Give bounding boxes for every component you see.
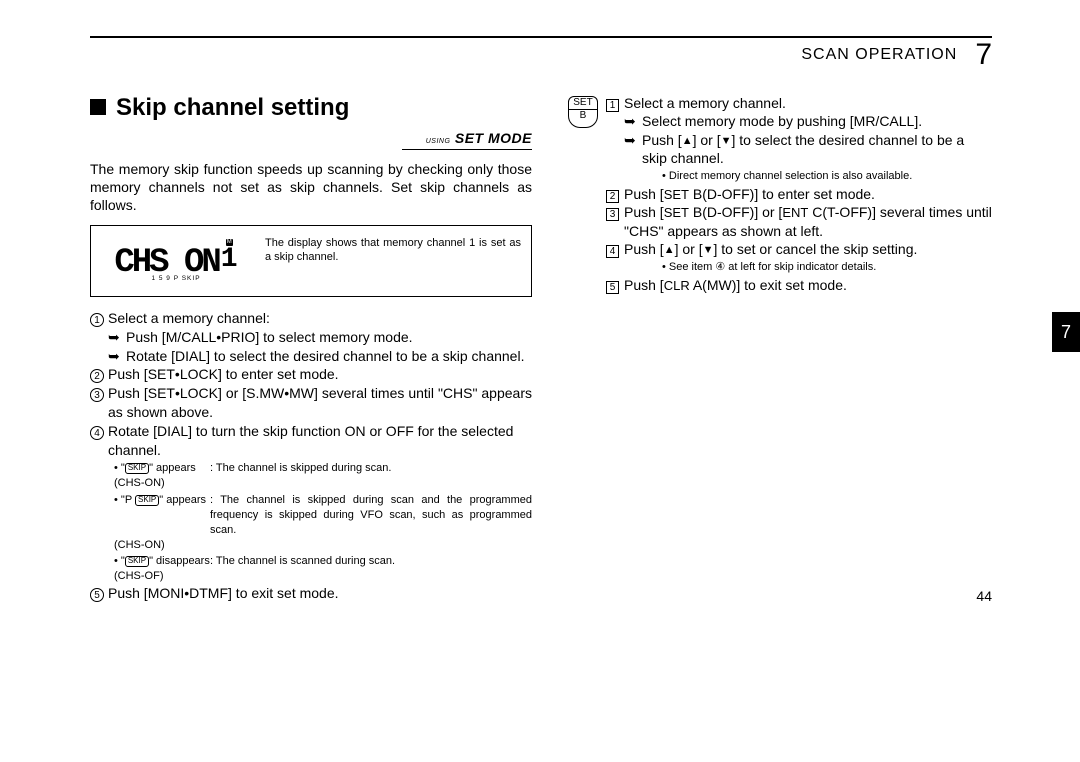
rstep-4-text: Push [▲] or [▼] to set or cancel the ski… [624, 240, 917, 259]
marker-2: 2 [90, 365, 108, 383]
page-heading: Skip channel setting [90, 94, 532, 122]
step-1a: ➥ Push [M/CALL•PRIO] to select memory mo… [90, 328, 532, 346]
page-frame: SCAN OPERATION 7 Skip channel setting US… [90, 36, 992, 604]
rstep-1a: ➥ Select memory mode by pushing [MR/CALL… [606, 112, 992, 130]
note-1: • "SKIP" appears : The channel is skippe… [90, 461, 532, 491]
setmode-label: SET MODE [455, 130, 532, 146]
rstep-2: 2 Push [SET B(D-OFF)] to enter set mode. [606, 185, 992, 203]
rstep-1b: ➥ Push [▲] or [▼] to select the desired … [606, 131, 992, 168]
rstep-1b-text: Push [▲] or [▼] to select the desired ch… [642, 131, 992, 168]
marker-4: 4 [90, 422, 108, 459]
note-3-text: : The channel is scanned during scan. [210, 554, 532, 569]
rstep-5: 5 Push [CLR A(MW)] to exit set mode. [606, 276, 992, 294]
step-4-text: Rotate [DIAL] to turn the skip function … [108, 422, 532, 459]
down-triangle-icon: ▼ [703, 244, 714, 256]
note-1-text: : The channel is skipped during scan. [210, 461, 532, 476]
rstep-1a-text: Select memory mode by pushing [MR/CALL]. [642, 112, 922, 130]
lcd-main-text: CHS ON [114, 250, 218, 277]
note-2: • "P SKIP" appears : The channel is skip… [90, 493, 532, 552]
display-description: The display shows that memory channel 1 … [261, 226, 531, 296]
rstep-3-text: Push [SET B(D-OFF)] or [ENT C(T-OFF)] se… [624, 203, 992, 240]
rstep-4: 4 Push [▲] or [▼] to set or cancel the s… [606, 240, 992, 259]
step-1b-text: Rotate [DIAL] to select the desired chan… [126, 347, 524, 365]
lcd-sub-row: 1 5 9 P SKIP [151, 275, 200, 282]
skip-badge-icon: SKIP [125, 556, 149, 567]
two-column-layout: Skip channel setting USING SET MODE The … [90, 94, 992, 604]
lcd-channel-number: 1 [221, 244, 238, 275]
up-triangle-icon: ▲ [664, 244, 675, 256]
skip-badge-icon: SKIP [125, 463, 149, 474]
chapter-thumb-tab: 7 [1052, 312, 1080, 352]
arrow-icon: ➥ [624, 112, 642, 130]
arrow-icon: ➥ [108, 347, 126, 365]
right-step-list: 1 Select a memory channel. ➥ Select memo… [568, 94, 992, 294]
step-2-text: Push [SET•LOCK] to enter set mode. [108, 365, 339, 383]
right-column: SET B 1 Select a memory channel. ➥ Selec… [568, 94, 992, 604]
step-3: 3 Push [SET•LOCK] or [S.MW•MW] several t… [90, 384, 532, 421]
note-2-sub: (CHS-ON) [114, 538, 532, 553]
note-1-sub: (CHS-ON) [114, 476, 532, 491]
marker-1: 1 [90, 309, 108, 327]
top-rule-bar: SCAN OPERATION 7 [90, 36, 992, 72]
step-4: 4 Rotate [DIAL] to turn the skip functio… [90, 422, 532, 459]
note-3-sub: (CHS-OF) [114, 569, 532, 584]
page-number: 44 [976, 588, 992, 604]
arrow-icon: ➥ [624, 131, 642, 168]
step-1-text: Select a memory channel: [108, 309, 270, 327]
rmarker-3: 3 [606, 203, 624, 240]
note-3-label: • "SKIP" disappears [114, 554, 210, 569]
chapter-number: 7 [975, 40, 992, 70]
step-1b: ➥ Rotate [DIAL] to select the desired ch… [90, 347, 532, 365]
rstep-4-note: • See item ④ at left for skip indicator … [606, 260, 992, 275]
intro-paragraph: The memory skip function speeds up scann… [90, 160, 532, 215]
rmarker-4: 4 [606, 240, 624, 259]
note-2-text: : The channel is skipped during scan and… [210, 493, 532, 538]
note-3: • "SKIP" disappears : The channel is sca… [90, 554, 532, 584]
marker-5: 5 [90, 584, 108, 602]
rmarker-5: 5 [606, 276, 624, 294]
section-title: SCAN OPERATION [801, 46, 957, 64]
heading-text: Skip channel setting [116, 94, 349, 121]
left-step-list: 1 Select a memory channel: ➥ Push [M/CAL… [90, 309, 532, 603]
step-5: 5 Push [MONI•DTMF] to exit set mode. [90, 584, 532, 602]
arrow-icon: ➥ [108, 328, 126, 346]
set-b-key-label: SET B [568, 96, 598, 128]
set-label-top: SET [568, 96, 598, 110]
rmarker-1: 1 [606, 94, 624, 112]
up-triangle-icon: ▲ [682, 135, 693, 147]
skip-badge-icon: SKIP [135, 495, 159, 506]
rstep-1: 1 Select a memory channel. [606, 94, 992, 112]
rstep-1-note: • Direct memory channel selection is als… [606, 169, 992, 184]
step-5-text: Push [MONI•DTMF] to exit set mode. [108, 584, 339, 602]
left-column: Skip channel setting USING SET MODE The … [90, 94, 532, 604]
rstep-2-text: Push [SET B(D-OFF)] to enter set mode. [624, 185, 875, 203]
display-example-box: CHS ON M 1 1 5 9 P SKIP The display show… [90, 225, 532, 297]
step-2: 2 Push [SET•LOCK] to enter set mode. [90, 365, 532, 383]
rstep-3: 3 Push [SET B(D-OFF)] or [ENT C(T-OFF)] … [606, 203, 992, 240]
step-3-text: Push [SET•LOCK] or [S.MW•MW] several tim… [108, 384, 532, 421]
note-2-label: • "P SKIP" appears [114, 493, 210, 538]
rstep-1-text: Select a memory channel. [624, 94, 786, 112]
lcd-graphic: CHS ON M 1 1 5 9 P SKIP [91, 226, 261, 296]
step-1a-text: Push [M/CALL•PRIO] to select memory mode… [126, 328, 413, 346]
set-label-bottom: B [568, 110, 598, 128]
down-triangle-icon: ▼ [721, 135, 732, 147]
lcd-sub-text: 1 5 9 P SKIP [151, 275, 200, 282]
rstep-5-text: Push [CLR A(MW)] to exit set mode. [624, 276, 847, 294]
step-1: 1 Select a memory channel: [90, 309, 532, 327]
marker-3: 3 [90, 384, 108, 421]
set-mode-tag: USING SET MODE [402, 130, 532, 150]
note-1-label: • "SKIP" appears [114, 461, 210, 476]
using-label: USING [426, 138, 451, 145]
rmarker-2: 2 [606, 185, 624, 203]
square-bullet-icon [90, 99, 106, 115]
